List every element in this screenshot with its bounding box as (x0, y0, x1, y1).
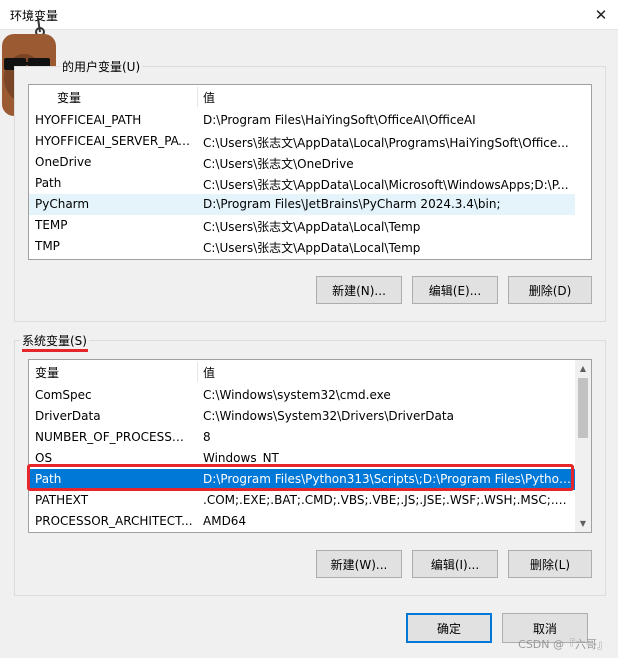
variable-name: ComSpec (35, 388, 92, 402)
column-header-value[interactable]: 值 (203, 89, 215, 106)
variable-value: AMD64 (203, 514, 247, 528)
column-divider[interactable] (197, 362, 198, 382)
table-row[interactable]: OneDrive C:\Users\张志文\OneDrive (29, 152, 575, 173)
table-row[interactable]: PROCESSOR_ARCHITECT... AMD64 (29, 511, 575, 532)
system-variables-list[interactable]: 变量 值 ComSpec C:\Windows\system32\cmd.exe… (28, 359, 592, 533)
variable-name: PATHEXT (35, 493, 89, 507)
ok-button[interactable]: 确定 (406, 613, 492, 643)
scroll-down-icon[interactable]: ▼ (575, 515, 591, 532)
system-variables-label: 系统变量(S) (20, 332, 89, 349)
system-delete-button[interactable]: 删除(L) (508, 550, 592, 578)
variable-name: HYOFFICEAI_PATH (35, 113, 142, 127)
variable-value: C:\Windows\system32\cmd.exe (203, 388, 391, 402)
variable-value: C:\Users\张志文\OneDrive (203, 157, 354, 171)
column-header-variable[interactable]: 变量 (57, 89, 81, 106)
variable-name: Path (35, 176, 62, 190)
user-new-button[interactable]: 新建(N)... (316, 276, 402, 304)
system-new-button[interactable]: 新建(W)... (316, 550, 402, 578)
column-header-value[interactable]: 值 (203, 364, 215, 381)
variable-value: D:\Program Files\Python313\Scripts\;D:\P… (203, 472, 571, 486)
variable-value: C:\Users\张志文\AppData\Local\Programs\HaiY… (203, 136, 569, 150)
title-bar: 环境变量 ✕ (0, 0, 618, 30)
variable-value: 8 (203, 430, 211, 444)
variable-value: D:\Program Files\HaiYingSoft\OfficeAI\Of… (203, 113, 476, 127)
user-edit-button[interactable]: 编辑(E)... (412, 276, 498, 304)
list-header: 变量 值 (29, 360, 591, 384)
variable-name: OneDrive (35, 155, 92, 169)
user-variables-list[interactable]: 变量 值 HYOFFICEAI_PATH D:\Program Files\Ha… (28, 84, 592, 260)
variable-name: HYOFFICEAI_SERVER_PATH (35, 134, 193, 148)
variable-name: TEMP (35, 218, 68, 232)
variable-name: NUMBER_OF_PROCESSORS (35, 430, 193, 444)
variable-value: C:\Users\张志文\AppData\Local\Temp (203, 220, 421, 234)
variable-name: PROCESSOR_ARCHITECT... (35, 514, 193, 528)
highlight-underline (22, 349, 88, 352)
table-row[interactable]: HYOFFICEAI_SERVER_PATH C:\Users\张志文\AppD… (29, 131, 575, 152)
table-row[interactable]: TMP C:\Users\张志文\AppData\Local\Temp (29, 236, 575, 257)
variable-name: PyCharm (35, 197, 90, 211)
watermark: CSDN @『六哥』 (518, 638, 608, 651)
table-row[interactable]: Path C:\Users\张志文\AppData\Local\Microsof… (29, 173, 575, 194)
column-divider[interactable] (197, 87, 198, 107)
variable-value: C:\Windows\System32\Drivers\DriverData (203, 409, 454, 423)
user-delete-button[interactable]: 删除(D) (508, 276, 592, 304)
scrollbar-thumb[interactable] (578, 378, 588, 438)
variable-value: .COM;.EXE;.BAT;.CMD;.VBS;.VBE;.JS;.JSE;.… (203, 493, 571, 507)
variable-value: D:\Program Files\JetBrains\PyCharm 2024.… (203, 197, 501, 211)
variable-value: Windows_NT (203, 451, 279, 465)
column-header-variable[interactable]: 变量 (35, 364, 59, 381)
vertical-scrollbar[interactable]: ▲ ▼ (575, 360, 591, 532)
table-row[interactable]: PyCharm D:\Program Files\JetBrains\PyCha… (29, 194, 575, 215)
variable-value: C:\Users\张志文\AppData\Local\Temp (203, 241, 421, 255)
table-row[interactable]: DriverData C:\Windows\System32\Drivers\D… (29, 406, 575, 427)
variable-name: DriverData (35, 409, 101, 423)
table-row[interactable]: TEMP C:\Users\张志文\AppData\Local\Temp (29, 215, 575, 236)
user-variables-label: 的用户变量(U) (60, 58, 143, 75)
variable-name: OS (35, 451, 53, 465)
scroll-up-icon[interactable]: ▲ (575, 360, 591, 377)
list-header: 变量 值 (29, 85, 591, 109)
variable-value: C:\Users\张志文\AppData\Local\Microsoft\Win… (203, 178, 569, 192)
system-edit-button[interactable]: 编辑(I)... (412, 550, 498, 578)
table-row[interactable]: NUMBER_OF_PROCESSORS 8 (29, 427, 575, 448)
table-row[interactable]: OS Windows_NT (29, 448, 575, 469)
table-row[interactable]: PATHEXT .COM;.EXE;.BAT;.CMD;.VBS;.VBE;.J… (29, 490, 575, 511)
table-row-selected[interactable]: Path D:\Program Files\Python313\Scripts\… (29, 469, 575, 490)
table-row[interactable]: HYOFFICEAI_PATH D:\Program Files\HaiYing… (29, 110, 575, 131)
table-row[interactable]: ComSpec C:\Windows\system32\cmd.exe (29, 385, 575, 406)
variable-name: Path (35, 472, 62, 486)
variable-name: TMP (35, 239, 60, 253)
close-icon[interactable]: ✕ (584, 0, 618, 30)
